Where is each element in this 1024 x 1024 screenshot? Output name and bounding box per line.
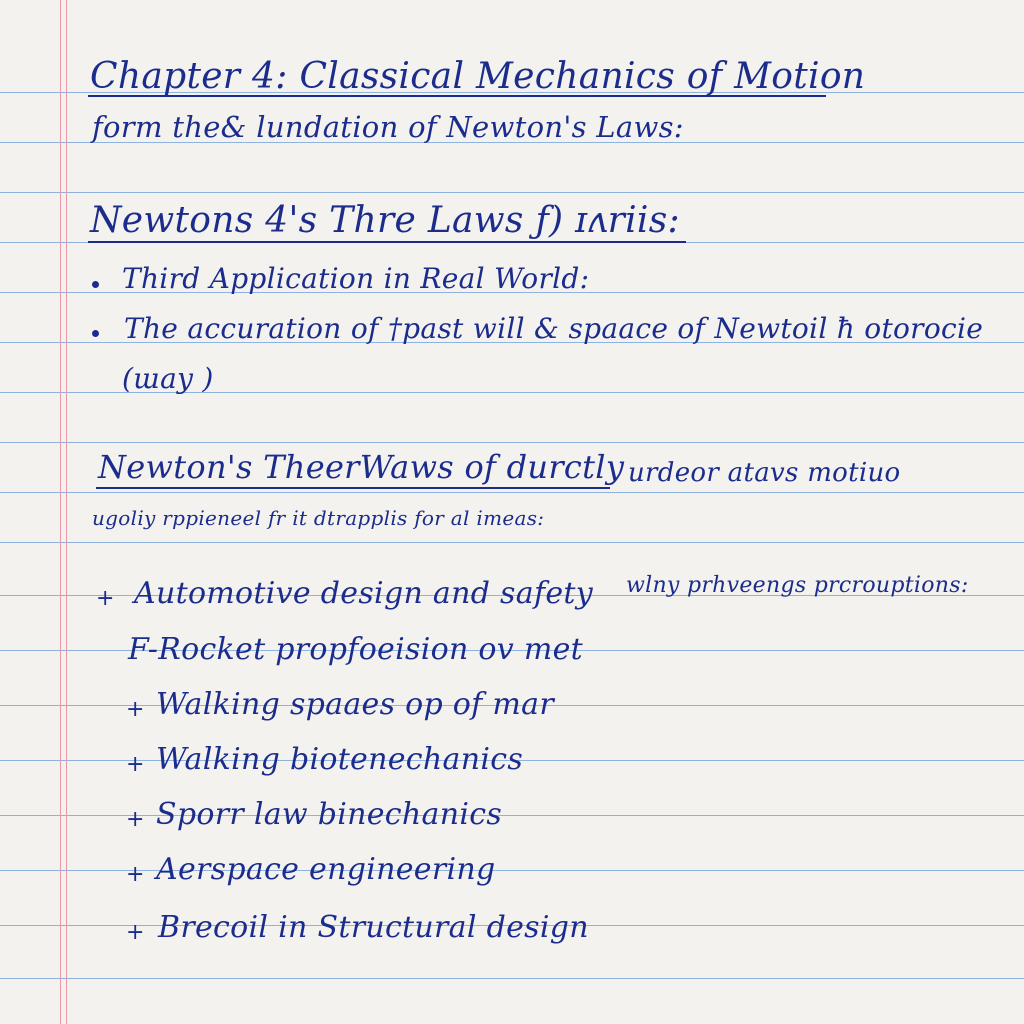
- bullet-dot: [92, 281, 99, 288]
- bullet-dot: [92, 330, 99, 337]
- plus-marker: +: [96, 586, 115, 611]
- bullet-item: The accuration of †past will & spaace of…: [124, 312, 984, 345]
- plus-marker: +: [126, 697, 145, 722]
- plus-marker: +: [126, 862, 145, 887]
- ruled-line: [0, 815, 1024, 816]
- plus-marker: +: [126, 752, 145, 777]
- application-item: Aerspace engineering: [156, 852, 496, 887]
- notebook-page: Chapter 4: Classical Mechanics of Motion…: [0, 0, 1024, 1024]
- page-subtitle: form the& lundation of Newton's Laws:: [92, 110, 684, 144]
- ruled-line: [0, 978, 1024, 979]
- ruled-line: [0, 870, 1024, 871]
- title-underline: [88, 95, 826, 97]
- note-line: ugoliy rppieneel fr it dtrapplis for al …: [92, 506, 545, 530]
- motion-heading: Newton's TheerWaws of durctly: [98, 448, 625, 486]
- application-item: Walking biotenechanics: [156, 742, 524, 777]
- ruled-line: [0, 492, 1024, 493]
- margin-line: [60, 0, 61, 1024]
- plus-marker: +: [126, 807, 145, 832]
- bullet-item: Third Application in Real World:: [122, 262, 590, 295]
- ruled-line: [0, 542, 1024, 543]
- application-item: Brecoil in Structural design: [158, 910, 589, 945]
- application-item: Sporr law binechanics: [156, 797, 503, 832]
- application-item: Walking spaaes op of mar: [156, 687, 554, 722]
- ruled-line: [0, 442, 1024, 443]
- application-item: Automotive design and safety: [134, 576, 594, 611]
- laws-heading-underline: [88, 241, 686, 243]
- laws-heading: Newtons 4's Thre Laws ƒ) ɪʌriis:: [90, 200, 680, 241]
- margin-line: [66, 0, 67, 1024]
- ruled-line: [0, 192, 1024, 193]
- plus-marker: +: [126, 920, 145, 945]
- bullet-item-continuation: (ɯay ): [122, 362, 214, 395]
- motion-heading-tail: urdeor atavs motiuo: [628, 458, 901, 488]
- application-item: F-Rocket propfoeision ov met: [128, 632, 584, 667]
- page-title: Chapter 4: Classical Mechanics of Motion: [90, 56, 866, 97]
- motion-heading-underline: [96, 487, 610, 489]
- application-item-tail: wlny prhveengs prcrouptions:: [626, 573, 969, 598]
